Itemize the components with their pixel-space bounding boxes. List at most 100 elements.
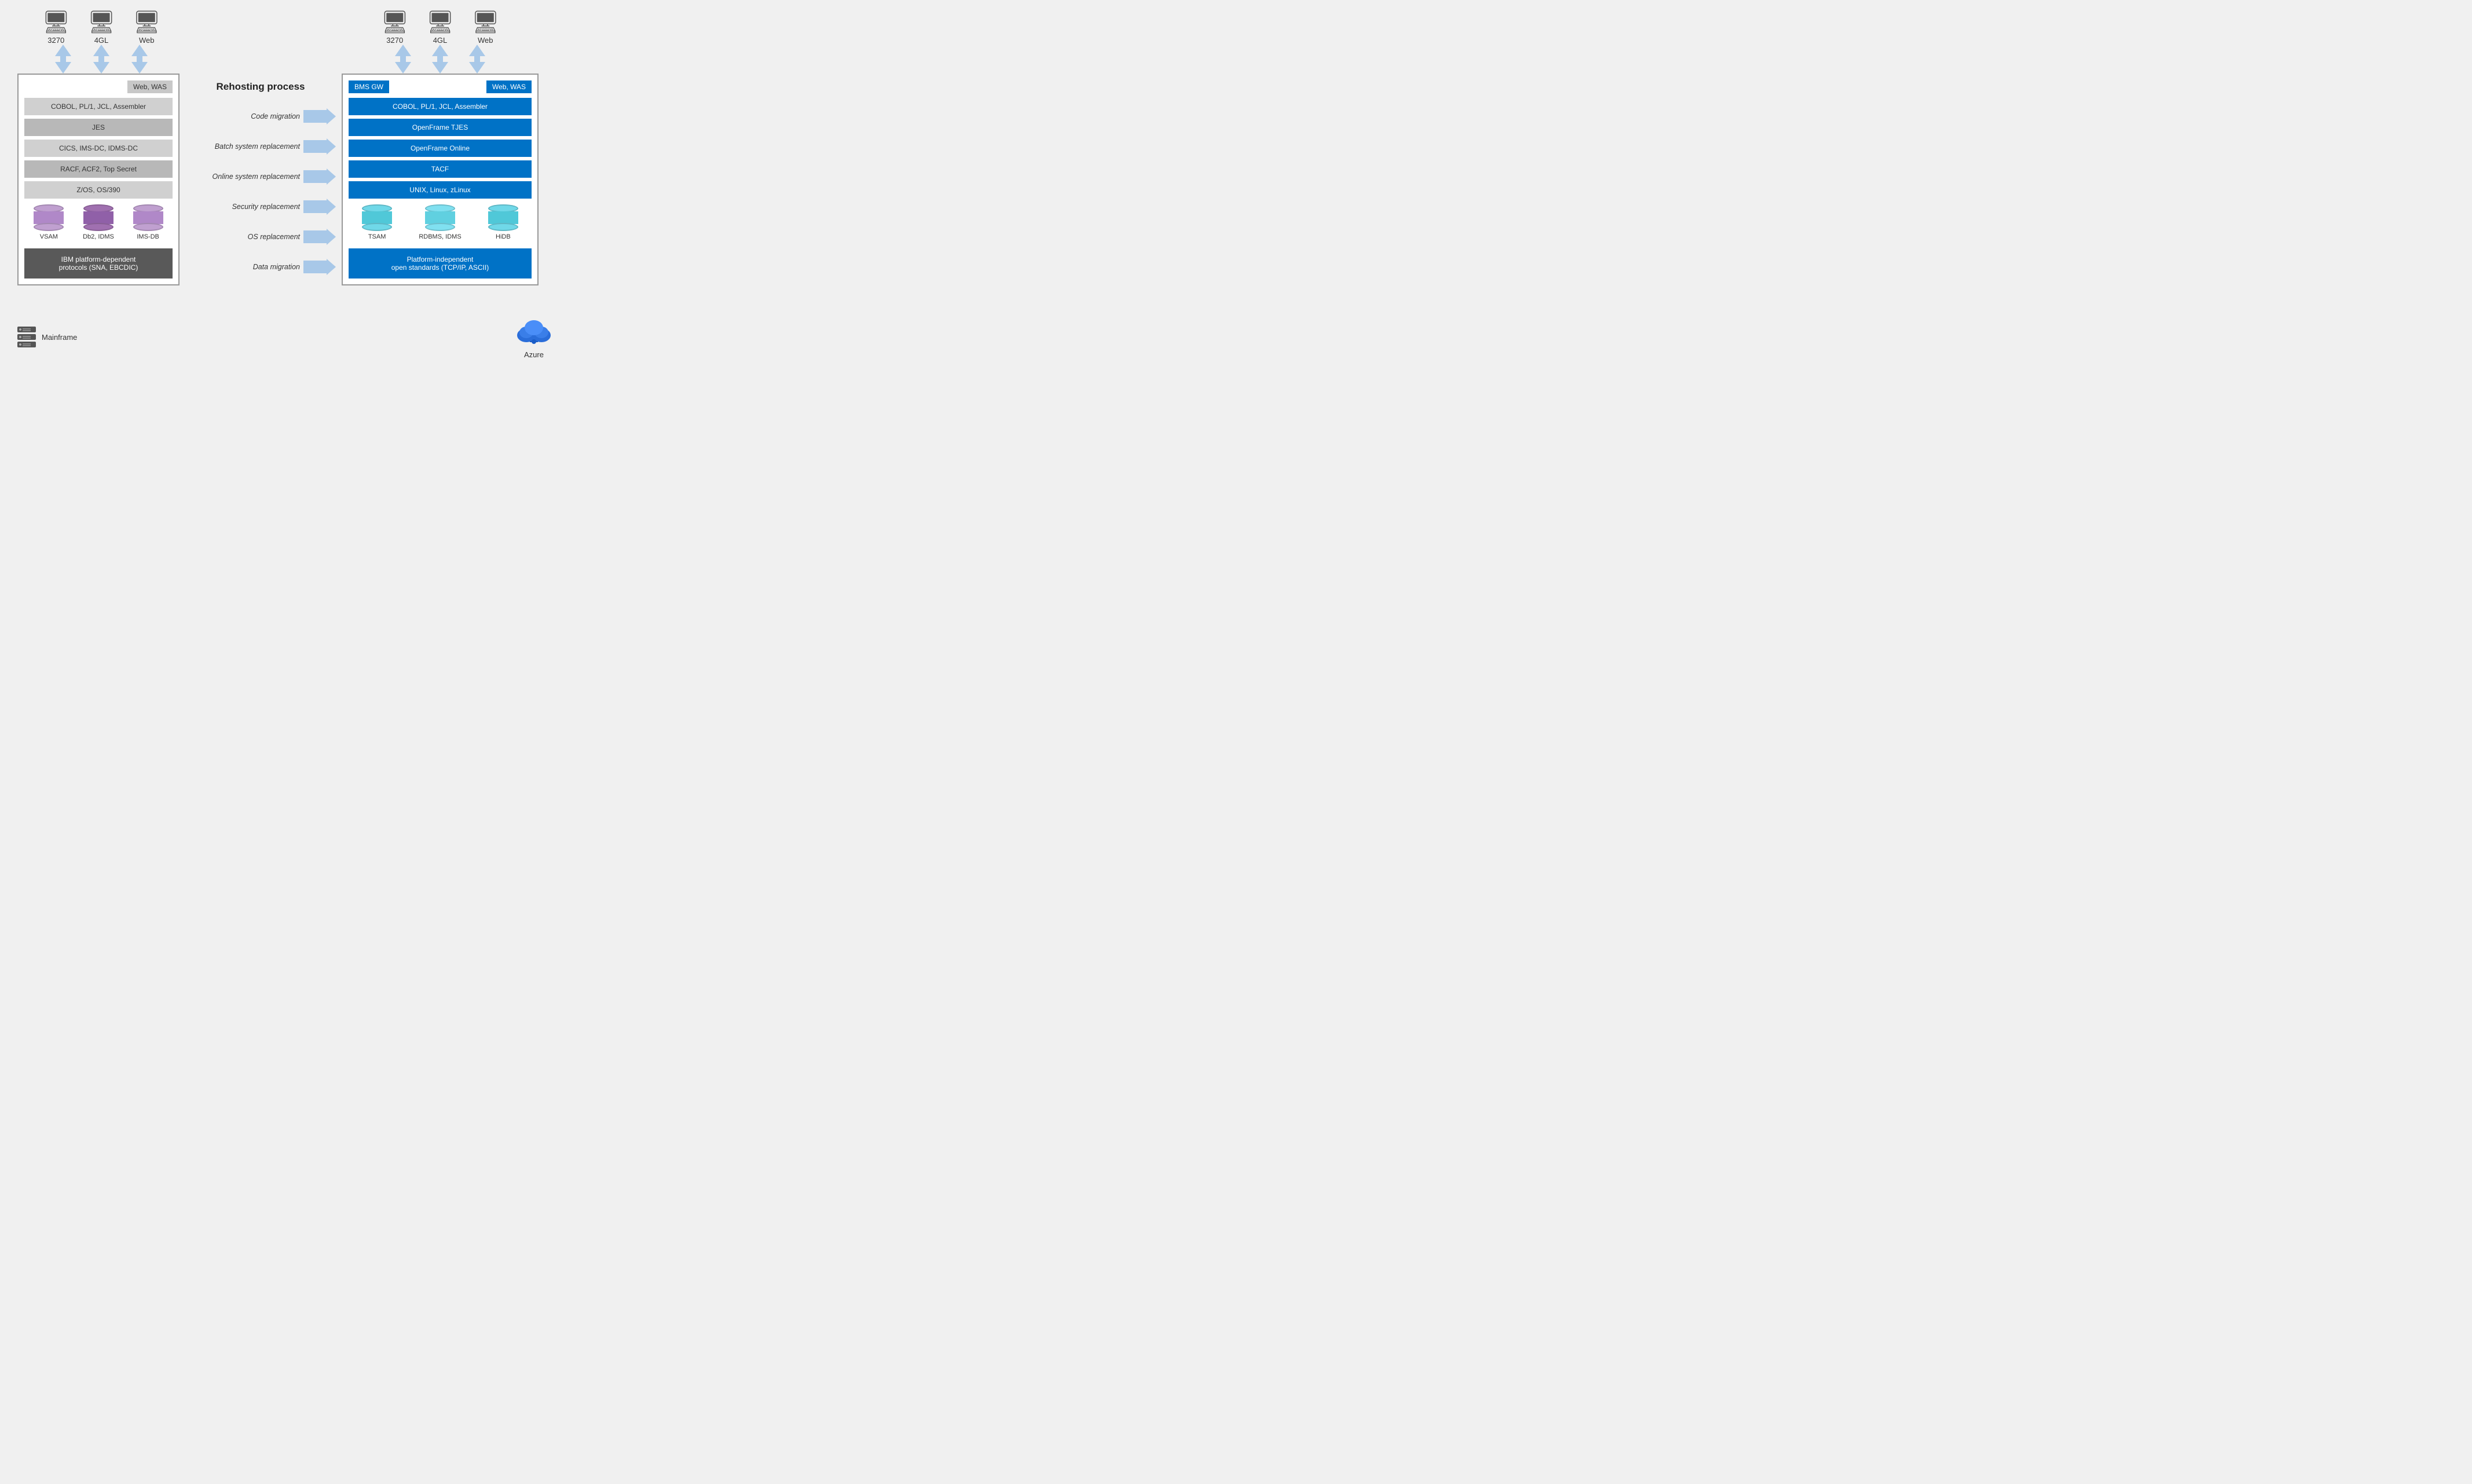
left-terminal-label-2: 4GL	[94, 36, 109, 45]
process-label-1: Code migration	[185, 112, 303, 120]
process-label-3: Online system replacement	[185, 173, 303, 181]
arrow-body	[303, 230, 327, 243]
right-db-hidb: HiDB	[488, 204, 518, 240]
right-box-top-row: BMS GW Web, WAS	[349, 80, 532, 93]
cyl-body	[362, 211, 392, 224]
cyl-body	[133, 211, 163, 224]
arrow-body	[303, 140, 327, 153]
left-arrows-row	[47, 45, 150, 74]
process-label-4: Security replacement	[185, 203, 303, 211]
server-row-1	[17, 327, 36, 332]
right-bar-cobol: COBOL, PL/1, JCL, Assembler	[349, 98, 532, 115]
rdbms-cylinder	[425, 204, 455, 231]
arrow-down-icon	[55, 62, 71, 74]
right-web-was-badge: Web, WAS	[486, 80, 532, 93]
left-db-ims: IMS-DB	[133, 204, 163, 240]
right-terminal-3270: 🖥 3270	[381, 12, 409, 45]
left-web-was-badge: Web, WAS	[127, 80, 173, 93]
left-db-row: VSAM Db2, IDMS IMS-DB	[24, 204, 173, 240]
monitor-icon-left-3: 🖥	[133, 12, 160, 34]
arrow-body	[303, 200, 327, 213]
arrow-down-icon	[131, 62, 148, 74]
monitor-icon-left-2: 🖥	[87, 12, 115, 34]
right-terminal-4gl: 🖥 4GL	[426, 12, 454, 45]
cyl-body	[34, 211, 64, 224]
process-rows: Code migration Batch system replacement …	[185, 103, 336, 284]
right-db-label-3: HiDB	[496, 233, 511, 240]
hidb-cylinder	[488, 204, 518, 231]
mainframe-section: Mainframe	[17, 327, 77, 347]
ims-cylinder	[133, 204, 163, 231]
arrow-head	[327, 138, 336, 155]
left-box-top-row: Web, WAS	[24, 80, 173, 93]
azure-section: Azure	[514, 315, 554, 359]
bms-gw-badge: BMS GW	[349, 80, 389, 93]
arrow-down-icon	[93, 62, 109, 74]
left-bar-cics: CICS, IMS-DC, IDMS-DC	[24, 140, 173, 157]
server-lines	[23, 336, 34, 339]
process-security-replacement: Security replacement	[185, 193, 336, 220]
tsam-cylinder	[362, 204, 392, 231]
right-bar-online: OpenFrame Online	[349, 140, 532, 157]
server-line	[23, 328, 31, 329]
right-terminals-row: 🖥 3270 🖥 4GL 🖥 Web	[381, 12, 500, 45]
db2-cylinder	[83, 204, 113, 231]
right-db-label-2: RDBMS, IDMS	[419, 233, 461, 240]
left-bar-zos: Z/OS, OS/390	[24, 181, 173, 199]
right-section: 🖥 3270 🖥 4GL 🖥 Web	[336, 12, 544, 285]
arrow-up-icon	[93, 45, 109, 56]
arrow-head	[327, 168, 336, 185]
arrow-up-icon	[395, 45, 411, 56]
process-arrow-6	[303, 259, 336, 275]
cyl-body	[488, 211, 518, 224]
cyl-bottom	[362, 223, 392, 231]
right-arrows-row	[393, 45, 488, 74]
left-bar-cobol: COBOL, PL/1, JCL, Assembler	[24, 98, 173, 115]
server-line	[23, 343, 31, 345]
left-bar-jes: JES	[24, 119, 173, 136]
process-label-6: Data migration	[185, 263, 303, 271]
monitor-icon-right-3: 🖥	[471, 12, 499, 34]
server-line	[23, 336, 31, 337]
server-dot	[19, 328, 21, 331]
server-dot	[19, 343, 21, 346]
process-arrow-2	[303, 138, 336, 155]
right-arrow-2	[430, 45, 451, 74]
left-terminal-3270: 🖥 3270	[42, 12, 70, 45]
right-terminal-web: 🖥 Web	[471, 12, 499, 45]
arrow-head	[327, 199, 336, 215]
left-arrow-2	[91, 45, 112, 74]
process-online-replacement: Online system replacement	[185, 163, 336, 190]
right-db-row: TSAM RDBMS, IDMS HiDB	[349, 204, 532, 240]
center-section: Rehosting process Code migration Batch s…	[185, 12, 336, 284]
cyl-bottom	[425, 223, 455, 231]
process-label-5: OS replacement	[185, 233, 303, 241]
process-arrow-4	[303, 199, 336, 215]
process-arrow-5	[303, 229, 336, 245]
left-terminal-4gl: 🖥 4GL	[87, 12, 115, 45]
process-arrow-1	[303, 108, 336, 124]
right-terminal-label-3: Web	[478, 36, 493, 45]
arrow-up-icon	[469, 45, 485, 56]
arrow-body	[303, 261, 327, 273]
left-db-label-3: IMS-DB	[137, 233, 159, 240]
left-terminals-row: 🖥 3270 🖥 4GL 🖥 Web	[36, 12, 161, 45]
left-bottom-dark-box: IBM platform-dependentprotocols (SNA, EB…	[24, 248, 173, 279]
right-arrow-3	[467, 45, 488, 74]
server-body	[17, 327, 36, 332]
left-bottom-text: IBM platform-dependentprotocols (SNA, EB…	[59, 255, 138, 272]
right-db-rdbms: RDBMS, IDMS	[419, 204, 461, 240]
process-code-migration: Code migration	[185, 103, 336, 130]
right-bottom-blue-box: Platform-independentopen standards (TCP/…	[349, 248, 532, 279]
cyl-bottom	[83, 223, 113, 231]
server-body	[17, 342, 36, 347]
server-line	[23, 330, 31, 331]
cyl-bottom	[34, 223, 64, 231]
left-db-label-2: Db2, IDMS	[83, 233, 114, 240]
rehosting-title: Rehosting process	[185, 81, 336, 93]
left-db-label-1: VSAM	[40, 233, 58, 240]
server-line	[23, 338, 31, 339]
server-row-3	[17, 342, 36, 347]
process-data-migration: Data migration	[185, 254, 336, 280]
server-line	[23, 345, 31, 346]
